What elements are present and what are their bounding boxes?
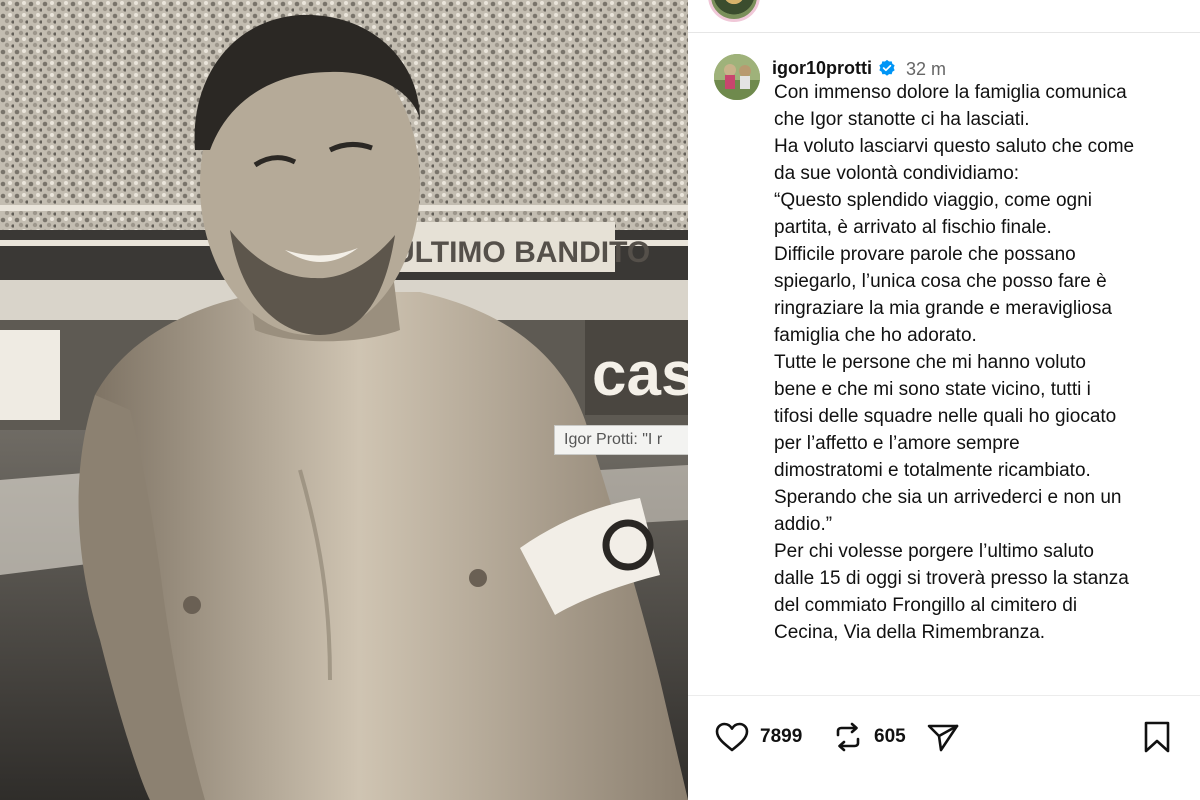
caption-line: ringraziare la mia grande e meravigliosa	[774, 298, 1112, 319]
caption-line: addio.”	[774, 514, 833, 535]
save-button[interactable]	[1142, 717, 1172, 757]
caption-line: spiegarlo, l’unica cosa che posso fare è	[774, 271, 1107, 292]
post-photo: ULTIMO BANDITO cas Igor Protti: "I r	[0, 0, 688, 800]
caption-line: Difficile provare parole che possano	[774, 244, 1076, 265]
bookmark-icon	[1144, 721, 1170, 753]
caption-line: Per chi volesse porgere l’ultimo saluto	[774, 541, 1094, 562]
avatar-image	[714, 54, 760, 100]
divider	[688, 32, 1200, 33]
repost-button[interactable]: 605	[832, 717, 906, 757]
like-count: 7899	[760, 726, 803, 747]
post-time: 32 m	[906, 59, 947, 79]
repost-icon	[836, 722, 860, 752]
post-actions: 7899 605	[714, 717, 1194, 757]
story-avatar[interactable]	[708, 0, 760, 22]
image-alt-tooltip: Igor Protti: "I r	[554, 425, 688, 455]
post-panel: igor10protti 32 m Con immenso dolore la …	[688, 0, 1200, 800]
avatar[interactable]	[714, 54, 760, 100]
caption-line: Sperando che sia un arrivederci e non un	[774, 487, 1122, 508]
username[interactable]: igor10protti	[772, 58, 872, 79]
like-button[interactable]: 7899	[714, 717, 802, 757]
caption-line: che Igor stanotte ci ha lasciati.	[774, 109, 1030, 130]
caption-line: Cecina, Via della Rimembranza.	[774, 622, 1046, 643]
caption-line: Tutte le persone che mi hanno voluto	[774, 352, 1086, 373]
caption-line: Ha voluto lasciarvi questo saluto che co…	[774, 136, 1135, 157]
caption-line: bene e che mi sono state vicino, tutti i	[774, 379, 1091, 400]
caption-line: da sue volontà condividiamo:	[774, 163, 1020, 184]
repost-count: 605	[874, 726, 906, 747]
banner-text: ULTIMO BANDITO	[393, 236, 650, 269]
caption-line: tifosi delle squadre nelle quali ho gioc…	[774, 406, 1117, 427]
heart-icon	[715, 722, 749, 752]
caption-line: dimostratomi e totalmente ricambiato.	[774, 460, 1091, 481]
caption-line: dalle 15 di oggi si troverà presso la st…	[774, 568, 1129, 589]
share-button[interactable]	[926, 717, 960, 757]
divider	[688, 695, 1200, 696]
caption-line: Con immenso dolore la famiglia comunica	[774, 82, 1127, 103]
caption-line: famiglia che ho adorato.	[774, 325, 977, 346]
verified-badge-icon	[879, 59, 895, 76]
photo-illustration: ULTIMO BANDITO cas	[0, 0, 688, 800]
send-icon	[927, 724, 959, 752]
caption-line: del commiato Frongillo al cimitero di	[774, 595, 1078, 616]
post-caption: Con immenso dolore la famiglia comunica …	[774, 79, 1184, 646]
ad-board-text: cas	[592, 340, 688, 409]
caption-line: partita, è arrivato al fischio finale.	[774, 217, 1052, 238]
caption-line: “Questo splendido viaggio, come ogni	[774, 190, 1092, 211]
caption-line: per l’affetto e l’amore sempre	[774, 433, 1020, 454]
